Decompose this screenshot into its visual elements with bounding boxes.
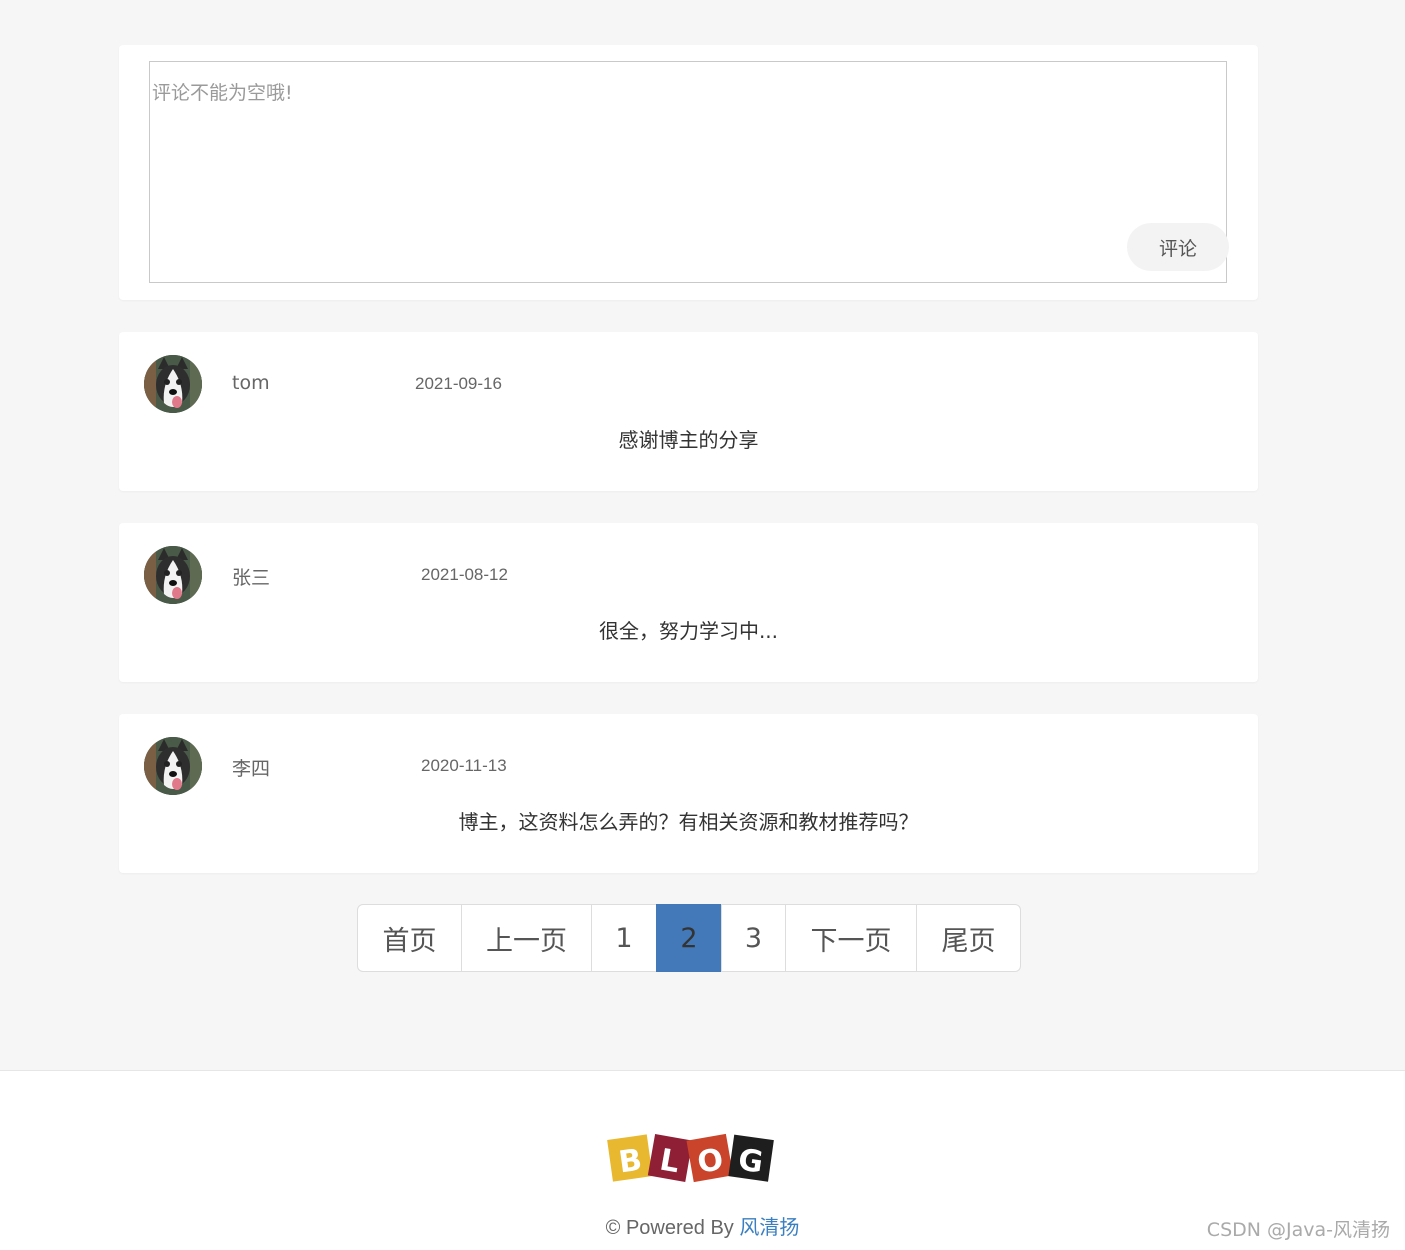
footer: B L O G © Powered By 风清扬 CSDN @Java-风清扬 <box>0 1070 1405 1250</box>
last-page-button[interactable]: 尾页 <box>916 904 1021 972</box>
first-page-button[interactable]: 首页 <box>357 904 462 972</box>
avatar <box>144 355 202 413</box>
comment-date: 2020-11-13 <box>421 756 507 775</box>
csdn-watermark: CSDN @Java-风清扬 <box>1206 1219 1390 1241</box>
comment-card: 李四 2020-11-13 博主，这资料怎么弄的？有相关资源和教材推荐吗？ <box>119 714 1258 873</box>
powered-by-text: © Powered By <box>605 1217 734 1239</box>
pagination: 首页 上一页 1 2 3 下一页 尾页 <box>357 904 1021 972</box>
author-link[interactable]: 风清扬 <box>739 1215 799 1239</box>
page-1-button[interactable]: 1 <box>591 904 657 972</box>
comment-author: 张三 <box>232 567 271 589</box>
comment-date: 2021-09-16 <box>415 374 502 393</box>
comment-author: 李四 <box>232 758 271 780</box>
comment-author: tom <box>232 372 270 394</box>
comment-card: 张三 2021-08-12 很全，努力学习中... <box>119 523 1258 682</box>
powered-by: © Powered By 风清扬 <box>0 1211 1405 1240</box>
avatar <box>144 546 202 604</box>
logo-letter-g: G <box>736 1143 765 1181</box>
comment-input[interactable] <box>149 61 1227 283</box>
page-3-button[interactable]: 3 <box>721 904 786 972</box>
page-2-button[interactable]: 2 <box>656 904 722 972</box>
prev-page-button[interactable]: 上一页 <box>461 904 592 972</box>
blog-logo: B L O G <box>607 1133 774 1183</box>
comment-content: 很全，努力学习中... <box>598 619 779 643</box>
comment-form: 评论 <box>119 45 1258 300</box>
comment-content: 感谢博主的分享 <box>618 428 759 452</box>
logo-letter-b: B <box>617 1143 645 1181</box>
husky-avatar-image <box>144 546 202 604</box>
comment-card: tom 2021-09-16 感谢博主的分享 <box>119 332 1258 491</box>
husky-avatar-image <box>144 355 202 413</box>
avatar <box>144 737 202 795</box>
comment-content: 博主，这资料怎么弄的？有相关资源和教材推荐吗？ <box>458 810 919 834</box>
comment-date: 2021-08-12 <box>421 565 508 584</box>
submit-comment-button[interactable]: 评论 <box>1127 223 1229 271</box>
husky-avatar-image <box>144 737 202 795</box>
next-page-button[interactable]: 下一页 <box>785 904 917 972</box>
